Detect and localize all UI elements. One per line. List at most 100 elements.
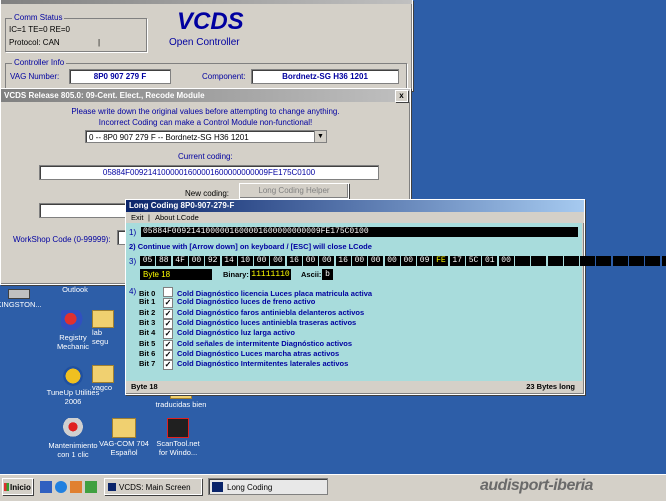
byte-cell[interactable] — [645, 256, 661, 266]
binary-value: 11111110 — [250, 269, 291, 280]
step1-number: 1) — [129, 228, 137, 237]
recode-titlebar[interactable]: VCDS Release 805.0: 09-Cent. Elect., Rec… — [1, 89, 410, 102]
app-icon[interactable] — [85, 481, 97, 493]
scantool-icon[interactable]: ScanTool.net for Windo... — [145, 418, 211, 457]
quick-launch — [38, 479, 98, 495]
instruction-line2: Incorrect Coding can make a Control Modu… — [98, 118, 313, 127]
byte-cell[interactable] — [514, 256, 530, 266]
bit-name: Bit 3 — [139, 317, 156, 327]
bit-name: Bit 5 — [139, 338, 156, 348]
menu-exit[interactable]: Exit — [131, 212, 144, 223]
start-label: Inicio — [10, 483, 31, 492]
menu-divider: | — [148, 213, 150, 222]
media-icon[interactable] — [70, 481, 82, 493]
comm-status-title: Comm Status — [12, 13, 65, 22]
byte-cell[interactable]: 09 — [417, 256, 433, 266]
byte-cell[interactable] — [612, 256, 628, 266]
long-coding-helper-button[interactable]: Long Coding Helper — [239, 183, 349, 199]
desktop-icon[interactable] — [40, 481, 52, 493]
comm-indicator: | — [98, 38, 101, 47]
byte-cell[interactable]: 5C — [466, 256, 481, 266]
byte-cell[interactable]: 00 — [351, 256, 367, 266]
bit-description: Cold Diagnóstico luz larga activo — [177, 328, 295, 338]
byte-cell[interactable]: 17 — [449, 256, 465, 266]
long-coding-statusbar: Byte 18 23 Bytes long — [126, 381, 582, 393]
byte-cell[interactable]: 00 — [400, 256, 416, 266]
folder-icon — [92, 310, 114, 328]
bit-description: Cold Diagnóstico faros antiniebla delant… — [177, 307, 365, 317]
bit-description: Cold Diagnóstico Luces marcha atras acti… — [177, 348, 340, 358]
comm-status-group: Comm Status IC=1 TE=0 RE=0 Protocol: CAN… — [5, 13, 147, 52]
new-coding-input[interactable] — [39, 203, 131, 218]
lab-segu-label: lab segu — [92, 328, 109, 346]
step2-instruction: 2) Continue with [Arrow down] on keyboar… — [129, 242, 372, 251]
registry-mechanic-label: Registry Mechanic — [56, 333, 90, 351]
outlook-label: Outlook — [62, 285, 88, 294]
menu-about-lcode[interactable]: About LCode — [155, 212, 199, 223]
tuneup-icon — [61, 365, 85, 387]
folder-icon — [112, 418, 136, 438]
close-icon[interactable]: x — [395, 90, 408, 102]
byte-cell[interactable]: 00 — [498, 256, 514, 266]
bit-row: Bit 5 ✓ Cold señales de intermitente Diagn… — [139, 338, 353, 350]
bit-row: Bit 1 ✓ Cold Diagnóstico luces de freno ac… — [139, 297, 315, 309]
byte-cell[interactable] — [531, 256, 547, 266]
vag-number-field: 8P0 907 279 F — [69, 69, 171, 84]
byte-cell[interactable] — [563, 256, 579, 266]
bit-row: Bit 0 Cold Diagnóstico licencia Luces pla… — [139, 287, 372, 298]
vcds-app-icon — [108, 483, 116, 491]
status-length: 23 Bytes long — [526, 382, 575, 391]
byte-cell[interactable]: 05 — [140, 256, 155, 266]
byte-cell[interactable]: 92 — [205, 256, 221, 266]
taskbar-vcds-label: VCDS: Main Screen — [119, 483, 191, 492]
ascii-value: b — [322, 269, 333, 280]
byte-cell[interactable]: 10 — [237, 256, 253, 266]
maintenance-icon — [61, 418, 85, 440]
byte-cell[interactable]: 00 — [270, 256, 286, 266]
taskbar: Inicio VCDS: Main Screen Long Coding aud… — [0, 474, 666, 501]
long-coding-titlebar[interactable]: Long Coding 8P0-907-279-F — [126, 200, 584, 212]
byte-cell[interactable] — [661, 256, 666, 266]
bit-row: Bit 2 ✓ Cold Diagnóstico faros antiniebla … — [139, 307, 365, 319]
outlook-icon[interactable]: Outlook — [42, 285, 108, 294]
byte-cell[interactable]: 00 — [188, 256, 204, 266]
byte-cell[interactable]: 00 — [319, 256, 335, 266]
folder-icon — [92, 365, 114, 383]
byte-cell[interactable]: 16 — [335, 256, 351, 266]
drive-icon — [8, 289, 30, 299]
current-coding-field: 05884F0092141000001600001600000000009FE1… — [39, 165, 379, 180]
lcode-app-icon — [212, 482, 223, 492]
byte-cell[interactable]: 00 — [368, 256, 384, 266]
byte-cell[interactable] — [629, 256, 644, 266]
windows-logo-icon — [4, 483, 9, 491]
vcds-main-titlebar[interactable] — [1, 0, 412, 4]
byte-cell[interactable] — [580, 256, 596, 266]
bit-description: Cold señales de intermitente Diagnóstico… — [177, 338, 353, 348]
byte-cell[interactable]: FE — [433, 256, 449, 266]
byte-cell[interactable]: 88 — [156, 256, 172, 266]
kingston-label: KINGSTON... — [0, 300, 42, 309]
vagcom-folder-label: vagco — [92, 383, 113, 392]
chevron-down-icon[interactable]: ▼ — [314, 131, 326, 142]
long-coding-window: Long Coding 8P0-907-279-F Exit | About L… — [125, 199, 666, 395]
byte-cell[interactable] — [547, 256, 563, 266]
byte-cell[interactable]: 00 — [254, 256, 270, 266]
byte-cell[interactable]: 00 — [303, 256, 318, 266]
byte-cell[interactable]: 16 — [286, 256, 302, 266]
byte-cell[interactable]: 01 — [482, 256, 498, 266]
bit-checkbox[interactable]: ✓ — [163, 360, 173, 371]
start-button[interactable]: Inicio — [2, 478, 33, 495]
byte-cell[interactable]: 4F — [172, 256, 188, 266]
taskbar-vcds-main[interactable]: VCDS: Main Screen — [104, 478, 202, 495]
byte-cell[interactable]: 14 — [221, 256, 237, 266]
bit-name: Bit 6 — [139, 348, 156, 358]
component-label: Component: — [202, 72, 246, 81]
browser-icon[interactable] — [55, 481, 67, 493]
byte-grid: 05 88 4F 00 92 14 10 00 00 16 00 00 16 00 00 00 00 09 FE 17… — [140, 256, 666, 266]
vag-com-704-label: VAG-COM 704 Español — [99, 439, 149, 457]
module-select[interactable]: 0 -- 8P0 907 279 F -- Bordnetz-SG H36 12… — [85, 130, 327, 143]
taskbar-long-coding[interactable]: Long Coding — [208, 478, 328, 495]
byte-cell[interactable]: 00 — [384, 256, 400, 266]
bit-checkbox[interactable] — [163, 287, 173, 297]
byte-cell[interactable] — [596, 256, 612, 266]
